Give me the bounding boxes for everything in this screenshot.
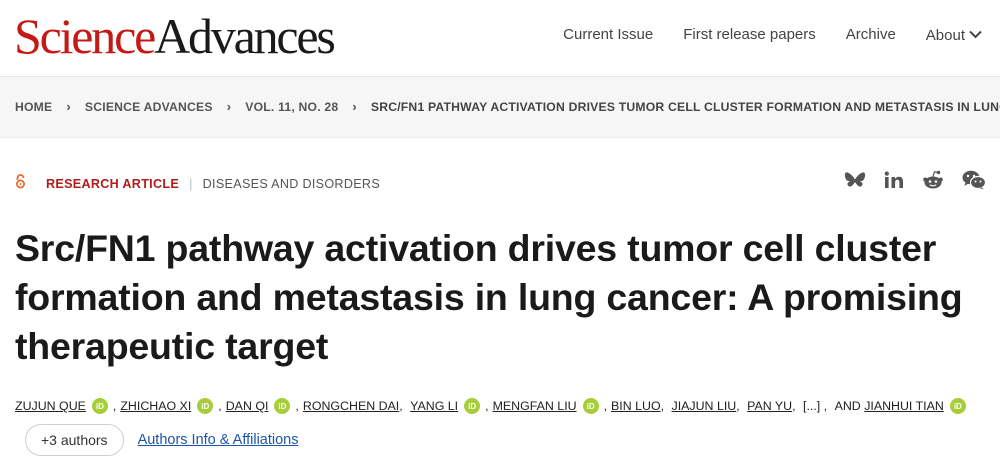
breadcrumb-journal[interactable]: SCIENCE ADVANCES (85, 100, 213, 114)
nav-archive[interactable]: Archive (846, 24, 896, 47)
author-name[interactable]: DAN QI (226, 399, 269, 413)
separator: , (660, 399, 668, 413)
article-type[interactable]: RESEARCH ARTICLE (46, 177, 179, 191)
divider: | (189, 176, 193, 191)
article-meta: RESEARCH ARTICLE | DISEASES AND DISORDER… (15, 174, 380, 193)
nav-about[interactable]: About (926, 24, 982, 47)
more-authors-button[interactable]: +3 authors (25, 424, 124, 456)
nav-current-issue[interactable]: Current Issue (563, 24, 653, 47)
orcid-icon[interactable]: iD (197, 398, 214, 414)
author-name[interactable]: MENGFAN LIU (493, 399, 577, 413)
nav-first-release-papers[interactable]: First release papers (683, 24, 816, 47)
chevron-down-icon (969, 24, 982, 46)
site-logo[interactable]: ScienceAdvances (14, 6, 336, 66)
authors-actions: +3 authors Authors Info & Affiliations (25, 424, 299, 456)
authors-info-affiliations-link[interactable]: Authors Info & Affiliations (138, 432, 299, 448)
author-name[interactable]: PAN YU (747, 399, 792, 413)
separator: , (736, 399, 744, 413)
chevron-right-icon: › (66, 99, 71, 114)
author-name[interactable]: JIANHUI TIAN (864, 399, 944, 413)
author-name[interactable]: JIAJUN LIU (672, 399, 737, 413)
orcid-icon[interactable]: iD (582, 398, 599, 414)
share-icons (844, 170, 986, 190)
top-nav: Current Issue First release papers Archi… (533, 24, 982, 47)
separator: , (112, 399, 117, 413)
authors-ellipsis[interactable]: [...] (803, 399, 820, 413)
author-list: ZUJUN QUE iD, ZHICHAO XI iD, DAN QI iD, RON… (15, 398, 971, 414)
author-name[interactable]: BIN LUO (611, 399, 661, 413)
separator: , (218, 399, 222, 413)
logo-science: Science (14, 8, 156, 64)
linkedin-icon[interactable] (884, 171, 904, 189)
and-label: AND (834, 399, 861, 413)
separator: , (485, 399, 489, 413)
wechat-icon[interactable] (962, 170, 986, 190)
separator: , (820, 399, 831, 413)
separator: , (792, 399, 800, 413)
bluesky-icon[interactable] (844, 171, 866, 190)
breadcrumb: HOME › SCIENCE ADVANCES › VOL. 11, NO. 2… (15, 99, 1000, 114)
chevron-right-icon: › (352, 99, 357, 114)
article-subject[interactable]: DISEASES AND DISORDERS (203, 177, 380, 191)
separator: , (399, 399, 407, 413)
author-name[interactable]: RONGCHEN DAI (303, 399, 399, 413)
orcid-icon[interactable]: iD (464, 398, 481, 414)
author-name[interactable]: ZUJUN QUE (15, 399, 86, 413)
orcid-icon[interactable]: iD (274, 398, 291, 414)
orcid-icon[interactable]: iD (949, 398, 966, 414)
author-name[interactable]: ZHICHAO XI (120, 399, 191, 413)
open-access-icon (15, 174, 26, 193)
breadcrumb-current: SRC/FN1 PATHWAY ACTIVATION DRIVES TUMOR … (370, 99, 1000, 114)
breadcrumb-bar: HOME › SCIENCE ADVANCES › VOL. 11, NO. 2… (0, 76, 1000, 138)
site-header: ScienceAdvances Current Issue First rele… (0, 0, 1000, 76)
logo-advances: Advances (154, 8, 336, 64)
article-title: Src/FN1 pathway activation drives tumor … (15, 227, 963, 367)
nav-about-label: About (925, 27, 965, 44)
orcid-icon[interactable]: iD (91, 398, 108, 414)
author-name[interactable]: YANG LI (410, 399, 458, 413)
separator: , (295, 399, 299, 413)
chevron-right-icon: › (226, 99, 232, 114)
breadcrumb-home[interactable]: HOME (15, 100, 52, 114)
reddit-icon[interactable] (922, 170, 944, 190)
separator: , (603, 399, 608, 413)
breadcrumb-issue[interactable]: VOL. 11, NO. 28 (245, 100, 338, 114)
